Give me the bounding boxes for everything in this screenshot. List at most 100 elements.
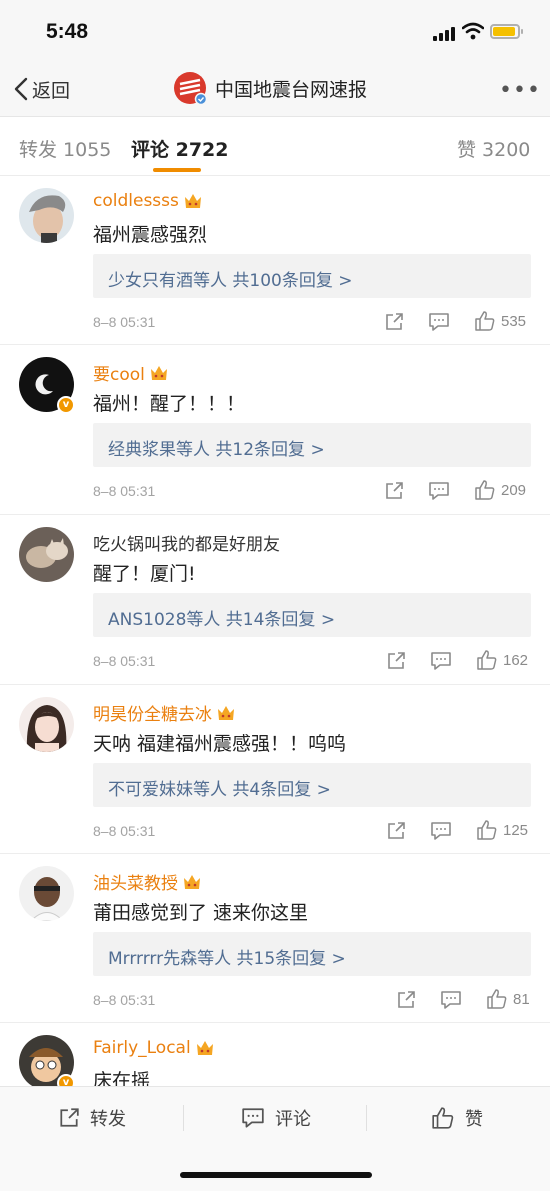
comment-button[interactable]: 评论 (241, 1105, 311, 1131)
avatar[interactable] (19, 527, 74, 582)
tab-likes[interactable]: 赞 3200 (457, 135, 530, 162)
comment-time: 8–8 05:31 (93, 314, 156, 330)
reply-summary[interactable]: Mrrrrrr先森等人 共15条回复 > (93, 932, 531, 976)
comment-icon[interactable] (428, 312, 450, 332)
crown-icon (184, 874, 200, 889)
page-title: 中国地震台网速报 (215, 78, 368, 101)
username[interactable]: 要cool (93, 360, 145, 385)
username[interactable]: 油头菜教授 (93, 869, 178, 894)
comment-item[interactable]: 油头菜教授 莆田感觉到了 速来你这里 Mrrrrrr先森等人 共15条回复 > … (0, 854, 550, 1023)
reply-summary[interactable]: 经典浆果等人 共12条回复 > (93, 423, 531, 467)
like-count: 162 (503, 651, 529, 669)
reply-summary-text: 不可爱妹妹等人 共4条回复 > (108, 780, 331, 800)
reply-summary[interactable]: ANS1028等人 共14条回复 > (93, 593, 531, 637)
home-indicator[interactable] (180, 1172, 372, 1178)
share-icon (60, 1108, 79, 1127)
verified-badge-icon: v (57, 1074, 75, 1086)
crown-icon (218, 705, 234, 720)
username[interactable]: Fairly_Local (93, 1038, 191, 1058)
username[interactable]: 吃火锅叫我的都是好朋友 (93, 530, 280, 555)
username[interactable]: coldlessss (93, 191, 179, 211)
like-count: 125 (503, 821, 529, 839)
bottom-action-bar: 转发 评论 赞 (0, 1086, 550, 1191)
username[interactable]: 明昊份全糖去冰 (93, 700, 212, 725)
avatar[interactable] (19, 697, 74, 752)
reply-summary[interactable]: 少女只有酒等人 共100条回复 > (93, 254, 531, 298)
crown-icon (184, 194, 201, 208)
like-count: 81 (513, 990, 530, 1008)
comment-item[interactable]: 明昊份全糖去冰 天呐 福建福州震感强！！呜呜 不可爱妹妹等人 共4条回复 > 8… (0, 685, 550, 854)
divider (366, 1105, 367, 1131)
tab-comments[interactable]: 评论 2722 (131, 135, 229, 162)
like-count: 209 (501, 481, 527, 499)
reply-summary-text: 经典浆果等人 共12条回复 > (108, 440, 325, 460)
status-bar: 5:48 (0, 0, 550, 62)
comment-item[interactable]: 吃火锅叫我的都是好朋友 醒了！厦门! ANS1028等人 共14条回复 > 8–… (0, 515, 550, 685)
thumbs-up-icon (487, 989, 507, 1009)
comment-text: 莆田感觉到了 速来你这里 (93, 902, 309, 924)
divider (183, 1105, 184, 1131)
crown-icon (150, 365, 167, 380)
comment-text: 天呐 福建福州震感强！！呜呜 (93, 733, 347, 755)
like-button[interactable]: 535 (474, 310, 526, 332)
share-icon[interactable] (384, 312, 404, 332)
thumbs-up-icon (475, 311, 495, 331)
like-button[interactable]: 81 (486, 988, 530, 1010)
more-options-icon[interactable]: ••• (499, 78, 541, 103)
like-button[interactable]: 209 (474, 479, 526, 501)
comment-icon[interactable] (428, 481, 450, 501)
reply-summary-text: Mrrrrrr先森等人 共15条回复 > (108, 949, 346, 969)
reply-summary-text: ANS1028等人 共14条回复 > (108, 610, 336, 630)
tab-active-indicator (153, 168, 201, 172)
comment-label: 评论 (275, 1109, 311, 1130)
share-icon[interactable] (386, 651, 406, 671)
reply-summary-text: 少女只有酒等人 共100条回复 > (108, 271, 353, 291)
comment-item[interactable]: v Fairly_Local 床在摇 (0, 1023, 550, 1086)
share-icon[interactable] (386, 821, 406, 841)
nav-bar: 返回 中国地震台网速报 ••• (0, 62, 550, 117)
back-label: 返回 (32, 79, 71, 102)
comment-text: 福州！醒了！！！ (93, 393, 246, 415)
comment-time: 8–8 05:31 (93, 653, 156, 669)
forward-label: 转发 (90, 1109, 126, 1130)
comment-icon (242, 1108, 264, 1128)
comment-time: 8–8 05:31 (93, 823, 156, 839)
crown-icon (196, 1041, 213, 1055)
avatar[interactable] (19, 866, 74, 921)
comment-time: 8–8 05:31 (93, 483, 156, 499)
thumbs-up-icon (477, 650, 497, 670)
like-post-button[interactable]: 赞 (431, 1105, 483, 1131)
thumbs-up-icon (477, 820, 497, 840)
status-time: 5:48 (46, 20, 89, 43)
comment-text: 醒了！厦门! (93, 563, 196, 585)
verified-badge-icon: v (57, 396, 75, 414)
comment-icon[interactable] (430, 821, 452, 841)
account-header[interactable]: 中国地震台网速报 (173, 71, 368, 106)
forward-button[interactable]: 转发 (58, 1105, 126, 1131)
reply-summary[interactable]: 不可爱妹妹等人 共4条回复 > (93, 763, 531, 807)
share-icon[interactable] (396, 990, 416, 1010)
comment-icon[interactable] (430, 651, 452, 671)
comment-item[interactable]: v 要cool 福州！醒了！！！ 经典浆果等人 共12条回复 > 8–8 05:… (0, 345, 550, 515)
wifi-icon (462, 22, 484, 40)
battery-icon (490, 24, 523, 39)
thumbs-up-icon (432, 1107, 454, 1129)
tab-reposts[interactable]: 转发 1055 (19, 135, 111, 162)
signal-icon (433, 27, 455, 41)
like-button[interactable]: 162 (476, 649, 528, 671)
thumbs-up-icon (475, 480, 495, 500)
comment-icon[interactable] (440, 990, 462, 1010)
avatar[interactable] (19, 188, 74, 243)
comment-text: 福州震感强烈 (93, 224, 208, 246)
like-label: 赞 (465, 1109, 483, 1130)
tab-bar: 转发 1055 评论 2722 赞 3200 (0, 117, 550, 176)
share-icon[interactable] (384, 481, 404, 501)
like-button[interactable]: 125 (476, 819, 528, 841)
like-count: 535 (501, 312, 527, 330)
comment-item[interactable]: coldlessss 福州震感强烈 少女只有酒等人 共100条回复 > 8–8 … (0, 176, 550, 345)
chevron-left-icon (14, 77, 28, 101)
back-button[interactable]: 返回 (14, 74, 70, 104)
comment-time: 8–8 05:31 (93, 992, 156, 1008)
account-logo-icon (173, 71, 208, 106)
comment-text: 床在摇 (93, 1070, 151, 1086)
